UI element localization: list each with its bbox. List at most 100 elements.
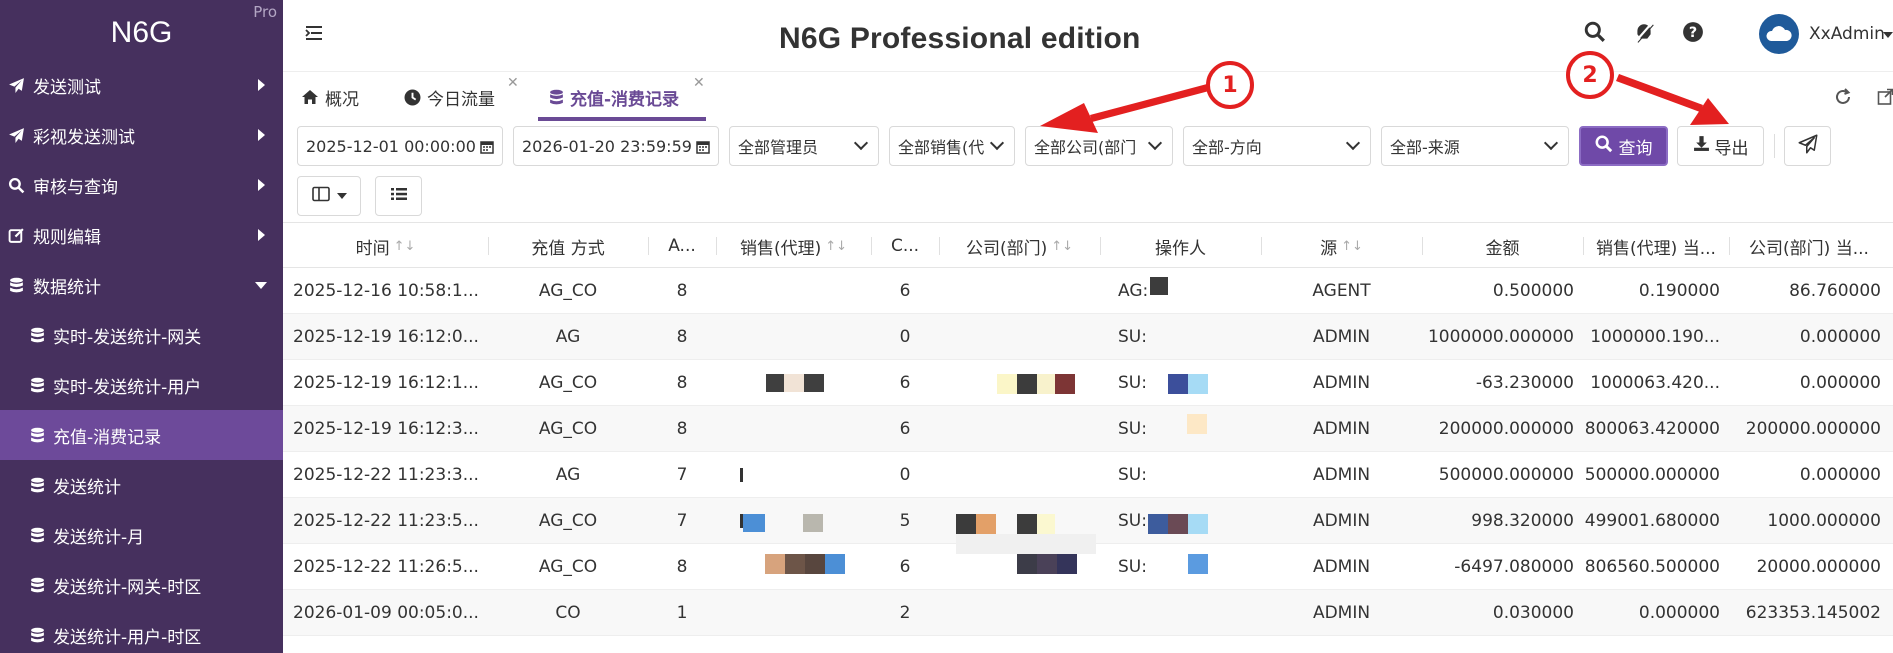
- sidebar-subitem-label: 发送统计: [53, 477, 121, 498]
- cell-company-balance: 0.000000: [1799, 327, 1881, 347]
- annotation-label: 2: [1582, 62, 1598, 88]
- cell-company-balance: 20000.000000: [1756, 557, 1881, 577]
- clock-icon: [404, 89, 421, 106]
- refresh-icon[interactable]: [1833, 87, 1853, 111]
- cell-c: 5: [899, 511, 911, 531]
- list-icon: [390, 186, 408, 207]
- sidebar-item-label: 彩视发送测试: [33, 127, 135, 148]
- sidebar-subitem-gateway-timezone[interactable]: 发送统计-网关-时区: [0, 560, 283, 610]
- table-row[interactable]: 2025-12-16 10:58:1... AG_CO 8 6 AG: AGENT 0.50…: [283, 268, 1893, 314]
- home-icon: [301, 89, 319, 105]
- cell-amount: 1000000.000000: [1427, 327, 1574, 347]
- sort-icon[interactable]: ↑↓: [1341, 239, 1363, 254]
- help-icon[interactable]: ?: [1682, 21, 1704, 47]
- cell-a: 8: [676, 373, 688, 393]
- column-header-sales-balance[interactable]: 销售(代理) 当...: [1583, 223, 1729, 269]
- sidebar-item-label: 发送测试: [33, 77, 101, 98]
- sidebar-subitem-send-stats[interactable]: 发送统计: [0, 460, 283, 510]
- calendar-icon: [480, 139, 494, 154]
- sidebar-item-review-query[interactable]: 审核与查询: [0, 160, 283, 210]
- open-external-icon[interactable]: [1877, 87, 1893, 111]
- direction-select[interactable]: 全部-方向: [1183, 126, 1371, 166]
- company-select[interactable]: 全部公司(部门: [1025, 126, 1173, 166]
- column-header-operator[interactable]: 操作人: [1100, 223, 1261, 269]
- cell-method: AG: [555, 465, 581, 485]
- column-header-source[interactable]: 源 ↑↓: [1261, 223, 1422, 269]
- column-header-company-balance[interactable]: 公司(部门) 当...: [1729, 223, 1889, 269]
- columns-icon: [311, 186, 330, 207]
- table-row[interactable]: 2025-12-19 16:12:1... AG_CO 8 6 SU: ADMIN -63.…: [283, 360, 1893, 406]
- cell-sales: [716, 268, 871, 314]
- paper-plane-icon: [5, 77, 27, 94]
- sidebar-item-rule-edit[interactable]: 规则编辑: [0, 210, 283, 260]
- caret-down-icon[interactable]: [1883, 32, 1893, 38]
- column-header-c[interactable]: C...: [871, 223, 939, 269]
- column-header-company[interactable]: 公司(部门) ↑↓: [939, 223, 1100, 269]
- theme-toggle-icon[interactable]: [1633, 21, 1655, 47]
- sidebar-subitem-realtime-gateway[interactable]: 实时-发送统计-网关: [0, 310, 283, 360]
- sidebar-item-send-test[interactable]: 发送测试: [0, 60, 283, 110]
- annotation-marker-2: 2: [1566, 51, 1614, 99]
- sidebar-item-data-stats[interactable]: 数据统计: [0, 260, 283, 310]
- top-header: N6G Professional edition ? XxAdmin: [283, 0, 1893, 72]
- send-button[interactable]: [1784, 126, 1831, 166]
- tab-label: 充值-消费记录: [570, 89, 680, 110]
- cell-a: 8: [676, 281, 688, 301]
- sidebar-subitem-label: 发送统计-网关-时区: [53, 577, 202, 598]
- cell-source: ADMIN: [1312, 557, 1371, 577]
- menu-toggle-icon[interactable]: [304, 24, 324, 46]
- table-row[interactable]: 2025-12-19 16:12:3... AG_CO 8 6 SU: ADMIN 2000…: [283, 406, 1893, 452]
- username[interactable]: XxAdmin: [1809, 24, 1885, 44]
- cell-sales-balance: 1000063.420...: [1590, 373, 1720, 393]
- caret-down-icon: [255, 282, 267, 289]
- avatar[interactable]: [1759, 14, 1799, 54]
- cell-company: [939, 590, 1100, 636]
- sidebar-subitem-realtime-user[interactable]: 实时-发送统计-用户: [0, 360, 283, 410]
- chevron-down-icon: [1345, 135, 1361, 151]
- start-date-input[interactable]: 2025-12-01 00:00:00: [297, 126, 503, 166]
- close-icon[interactable]: ✕: [507, 75, 519, 91]
- column-header-a[interactable]: A...: [648, 223, 716, 269]
- sales-select[interactable]: 全部销售(代: [889, 126, 1015, 166]
- sidebar-subitem-send-stats-month[interactable]: 发送统计-月: [0, 510, 283, 560]
- tab-overview[interactable]: 概况: [301, 72, 359, 122]
- query-button-label: 查询: [1618, 138, 1653, 159]
- cell-company: [939, 314, 1100, 360]
- tab-today-traffic[interactable]: 今日流量: [404, 72, 495, 122]
- sidebar-subitem-recharge-records[interactable]: 充值-消费记录: [0, 410, 283, 460]
- sort-icon[interactable]: ↑↓: [1051, 239, 1073, 254]
- column-header-time[interactable]: 时间 ↑↓: [283, 223, 488, 269]
- caret-right-icon: [258, 229, 265, 241]
- column-header-method[interactable]: 充值 方式: [488, 223, 648, 269]
- cell-time: 2025-12-19 16:12:3...: [293, 419, 479, 439]
- source-select[interactable]: 全部-来源: [1381, 126, 1569, 166]
- end-date-input[interactable]: 2026-01-20 23:59:59: [513, 126, 719, 166]
- cell-method: AG_CO: [538, 281, 598, 301]
- cell-time: 2025-12-19 16:12:1...: [293, 373, 479, 393]
- tab-recharge-records[interactable]: 充值-消费记录: [549, 72, 679, 122]
- column-header-sales[interactable]: 销售(代理) ↑↓: [716, 223, 871, 269]
- close-icon[interactable]: ✕: [693, 75, 705, 91]
- column-header-amount[interactable]: 金额: [1422, 223, 1583, 269]
- calendar-icon: [696, 139, 710, 154]
- cell-c: 6: [899, 281, 911, 301]
- table-row[interactable]: 2026-01-09 00:05:0... CO 1 2 ADMIN 0.030000 0.…: [283, 590, 1893, 636]
- query-button[interactable]: 查询: [1579, 126, 1668, 166]
- column-toggle-button[interactable]: [297, 176, 361, 216]
- cell-sales-balance: 800063.420000: [1584, 419, 1720, 439]
- sidebar-subitem-user-timezone[interactable]: 发送统计-用户-时区: [0, 610, 283, 653]
- search-icon[interactable]: [1584, 21, 1606, 47]
- sidebar: N6G Pro 发送测试 彩视发送测试 审核与查询 规则编辑 数据统计 实时-发…: [0, 0, 283, 653]
- list-view-button[interactable]: [375, 176, 422, 216]
- export-button[interactable]: 导出: [1677, 126, 1764, 166]
- table-row[interactable]: 2025-12-22 11:23:3... AG 7 0 SU: ADMIN 500000.…: [283, 452, 1893, 498]
- sort-icon[interactable]: ↑↓: [825, 239, 847, 254]
- sidebar-subitem-label: 发送统计-用户-时区: [53, 627, 202, 648]
- database-icon: [30, 627, 45, 644]
- admin-select[interactable]: 全部管理员: [729, 126, 879, 166]
- edit-icon: [5, 227, 27, 244]
- table-row[interactable]: 2025-12-19 16:12:0... AG 8 0 SU: ADMIN 1000000…: [283, 314, 1893, 360]
- sidebar-item-color-send-test[interactable]: 彩视发送测试: [0, 110, 283, 160]
- sort-icon[interactable]: ↑↓: [394, 239, 416, 254]
- end-date-value: 2026-01-20 23:59:59: [522, 136, 692, 156]
